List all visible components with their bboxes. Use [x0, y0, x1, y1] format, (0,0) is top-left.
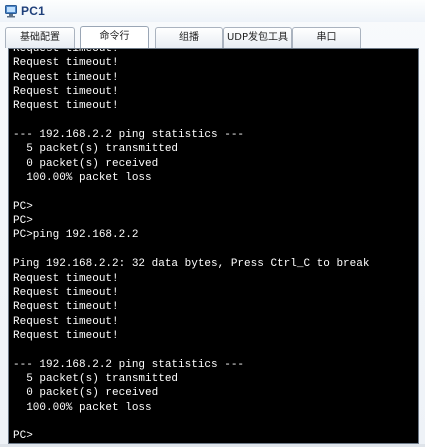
terminal-line: Request timeout!: [13, 286, 119, 299]
terminal-line: Ping 192.168.2.2: 32 data bytes, Press C…: [13, 258, 370, 271]
terminal-line: 0 packet(s) received: [13, 157, 159, 170]
tab-basic-config[interactable]: 基础配置: [5, 27, 75, 48]
terminal-line: PC>: [13, 200, 33, 213]
terminal-line: Request timeout!: [13, 329, 119, 342]
terminal-line: PC>ping 192.168.2.2: [13, 229, 139, 242]
tab-multicast[interactable]: 组播: [155, 27, 223, 48]
terminal-line: Request timeout!: [13, 86, 119, 99]
terminal-line: Request timeout!: [13, 100, 119, 113]
terminal-line: --- 192.168.2.2 ping statistics ---: [13, 358, 245, 371]
tab-command-line[interactable]: 命令行: [80, 26, 149, 49]
terminal-line: Request timeout!: [13, 301, 119, 314]
pc1-window: PC1 基础配置 命令行 组播 UDP发包工具 串口 Request timeo…: [0, 0, 425, 447]
command-line-terminal[interactable]: Request timeout! Request timeout! Reques…: [8, 48, 419, 444]
tab-bar: 基础配置 命令行 组播 UDP发包工具 串口: [5, 26, 425, 50]
terminal-output: Request timeout! Request timeout! Reques…: [13, 48, 418, 443]
terminal-line: Request timeout!: [13, 315, 119, 328]
tab-serial-port[interactable]: 串口: [292, 27, 361, 48]
terminal-line: 100.00% packet loss: [13, 401, 152, 414]
terminal-line: 5 packet(s) transmitted: [13, 372, 179, 385]
terminal-prompt[interactable]: PC>: [13, 429, 418, 443]
terminal-line: Request timeout!: [13, 57, 119, 70]
window-title: PC1: [21, 4, 45, 18]
terminal-line: 0 packet(s) received: [13, 387, 159, 400]
terminal-line: 100.00% packet loss: [13, 172, 152, 185]
terminal-line: Request timeout!: [13, 48, 119, 55]
terminal-line: 5 packet(s) transmitted: [13, 143, 179, 156]
tab-udp-tool[interactable]: UDP发包工具: [223, 27, 292, 48]
terminal-line: PC>: [13, 215, 33, 228]
terminal-line: Request timeout!: [13, 272, 119, 285]
title-bar: PC1: [0, 0, 425, 22]
pc-monitor-icon: [5, 4, 17, 18]
terminal-line: --- 192.168.2.2 ping statistics ---: [13, 129, 245, 142]
terminal-line: Request timeout!: [13, 71, 119, 84]
